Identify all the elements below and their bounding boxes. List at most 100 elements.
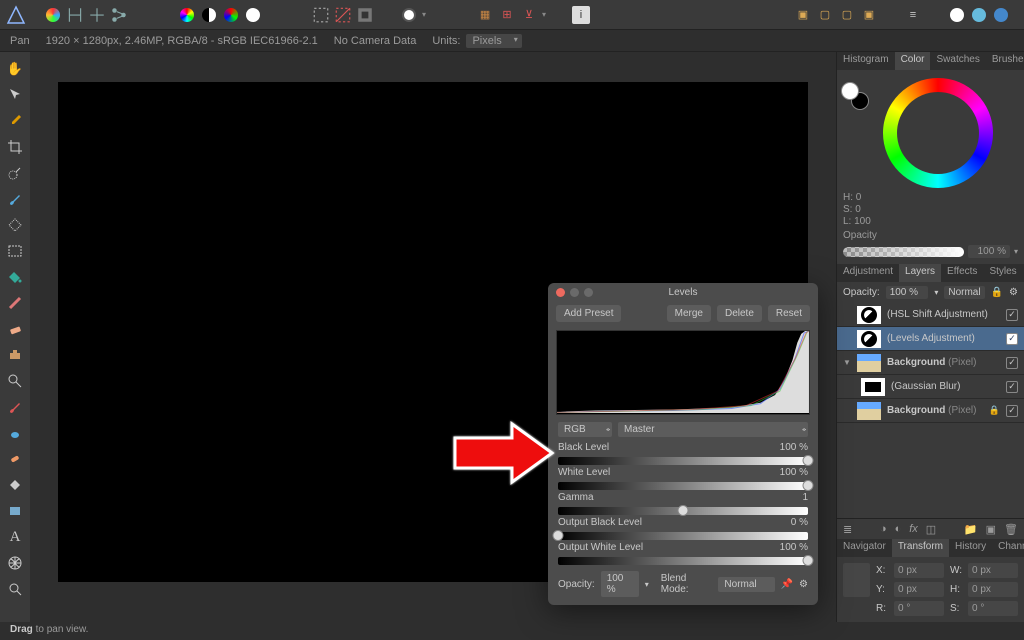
units-dropdown[interactable]: Units: Pixels	[432, 34, 521, 48]
move-forward-icon[interactable]: ▢	[816, 6, 834, 24]
delete-button[interactable]: Delete	[717, 305, 762, 322]
tab-history[interactable]: History	[949, 539, 992, 557]
fill-tool[interactable]	[4, 266, 26, 288]
zoom-icon[interactable]	[584, 288, 593, 297]
opacity-slider[interactable]	[843, 247, 964, 257]
disclosure-icon[interactable]: ▼	[843, 358, 851, 367]
tab-effects[interactable]: Effects	[941, 264, 983, 282]
healing-tool[interactable]	[4, 448, 26, 470]
channel-select[interactable]: RGB	[558, 422, 612, 437]
crop-icon[interactable]: ◫	[926, 523, 936, 536]
grid-icon[interactable]: ▦	[476, 6, 494, 24]
subtract-shape-icon[interactable]	[970, 6, 988, 24]
gear-icon[interactable]: ⚙	[799, 579, 808, 590]
lock-icon[interactable]: 🔒	[991, 287, 1003, 298]
tab-layers[interactable]: Layers	[899, 264, 941, 282]
tab-histogram[interactable]: Histogram	[837, 52, 895, 70]
white-icon[interactable]	[244, 6, 262, 24]
slider-track[interactable]	[558, 557, 808, 565]
swatch-pair[interactable]	[841, 82, 869, 110]
slider-track[interactable]	[558, 507, 808, 515]
layer-opacity-field[interactable]: 100 %	[886, 286, 929, 299]
clone-tool[interactable]	[4, 344, 26, 366]
visibility-check[interactable]: ✓	[1006, 309, 1018, 321]
tab-styles[interactable]: Styles	[983, 264, 1022, 282]
opacity-value[interactable]: 100 %	[968, 245, 1010, 258]
layer-row[interactable]: (HSL Shift Adjustment) ✓	[837, 303, 1024, 327]
close-icon[interactable]	[556, 288, 565, 297]
color-picker-tool[interactable]	[4, 110, 26, 132]
shape-tool[interactable]	[4, 500, 26, 522]
marquee-icon[interactable]	[312, 6, 330, 24]
dodge-tool[interactable]	[4, 422, 26, 444]
erase-tool[interactable]	[4, 318, 26, 340]
window-controls[interactable]	[556, 288, 593, 297]
w-field[interactable]	[968, 563, 1018, 578]
slider-thumb[interactable]	[678, 505, 689, 516]
layer-row[interactable]: Background (Pixel) 🔒 ✓	[837, 399, 1024, 423]
pen-tool[interactable]	[4, 474, 26, 496]
slider-thumb[interactable]	[803, 555, 814, 566]
tab-adjustment[interactable]: Adjustment	[837, 264, 899, 282]
deselect-icon[interactable]	[334, 6, 352, 24]
tab-channels[interactable]: Channels	[992, 539, 1024, 557]
y-field[interactable]	[894, 582, 944, 597]
magnet-icon[interactable]: ⊻	[520, 6, 538, 24]
slider-track[interactable]	[558, 482, 808, 490]
scope-select[interactable]: Master	[618, 422, 808, 437]
assistant-icon[interactable]: i	[572, 6, 590, 24]
tab-navigator[interactable]: Navigator	[837, 539, 892, 557]
mask-icon[interactable]: ◑	[880, 523, 887, 536]
tab-transform[interactable]: Transform	[892, 539, 949, 557]
mask-icon[interactable]	[400, 6, 418, 24]
reset-button[interactable]: Reset	[768, 305, 810, 322]
menu-icon[interactable]: ≡	[904, 6, 922, 24]
x-field[interactable]	[894, 563, 944, 578]
marquee-tool[interactable]	[4, 240, 26, 262]
slider-thumb[interactable]	[803, 455, 814, 466]
inpaint-tool[interactable]	[4, 396, 26, 418]
trash-icon[interactable]: 🗑	[1004, 523, 1018, 536]
adjust-icon[interactable]	[178, 6, 196, 24]
layer-blend-field[interactable]: Normal	[944, 286, 984, 299]
color-wheel[interactable]	[883, 78, 993, 188]
slider-thumb[interactable]	[803, 480, 814, 491]
zoom-tool[interactable]	[4, 370, 26, 392]
anchor-widget[interactable]	[843, 563, 870, 597]
text-tool[interactable]: A	[4, 526, 26, 548]
develop-persona-icon[interactable]	[88, 6, 106, 24]
visibility-check[interactable]: ✓	[1006, 357, 1018, 369]
adjust-icon[interactable]: ◐	[895, 523, 902, 536]
layer-row[interactable]: (Levels Adjustment) ✓	[837, 327, 1024, 351]
search-tool[interactable]	[4, 578, 26, 600]
add-preset-button[interactable]: Add Preset	[556, 305, 621, 322]
paint-brush-tool[interactable]	[4, 188, 26, 210]
move-back-icon[interactable]: ▢	[838, 6, 856, 24]
s-field[interactable]	[968, 601, 1018, 616]
snap-icon[interactable]: ⊞	[498, 6, 516, 24]
crop-tool[interactable]	[4, 136, 26, 158]
folder-icon[interactable]: 📁	[964, 523, 978, 536]
h-field[interactable]	[968, 582, 1018, 597]
move-tool[interactable]	[4, 84, 26, 106]
primary-swatch[interactable]	[841, 82, 859, 100]
slider-track[interactable]	[558, 532, 808, 540]
selection-brush-tool[interactable]	[4, 162, 26, 184]
contrast-icon[interactable]	[200, 6, 218, 24]
move-front-icon[interactable]: ▣	[794, 6, 812, 24]
gradient-tool[interactable]	[4, 292, 26, 314]
levels-titlebar[interactable]: Levels	[548, 283, 818, 301]
layer-row[interactable]: (Gaussian Blur) ✓	[837, 375, 1024, 399]
lock-icon[interactable]: 🔒	[989, 405, 1000, 416]
move-rear-icon[interactable]: ▣	[860, 6, 878, 24]
layers-summary-icon[interactable]: ≣	[843, 523, 852, 536]
tab-brushes[interactable]: Brushes	[986, 52, 1024, 70]
r-field[interactable]	[894, 601, 944, 616]
intersect-shape-icon[interactable]	[992, 6, 1010, 24]
gear-icon[interactable]: ⚙	[1009, 287, 1018, 298]
pan-tool[interactable]: ✋	[4, 58, 26, 80]
rgb-icon[interactable]	[222, 6, 240, 24]
merge-icon[interactable]: ▣	[986, 523, 996, 536]
visibility-check[interactable]: ✓	[1006, 381, 1018, 393]
tab-color[interactable]: Color	[895, 52, 931, 70]
